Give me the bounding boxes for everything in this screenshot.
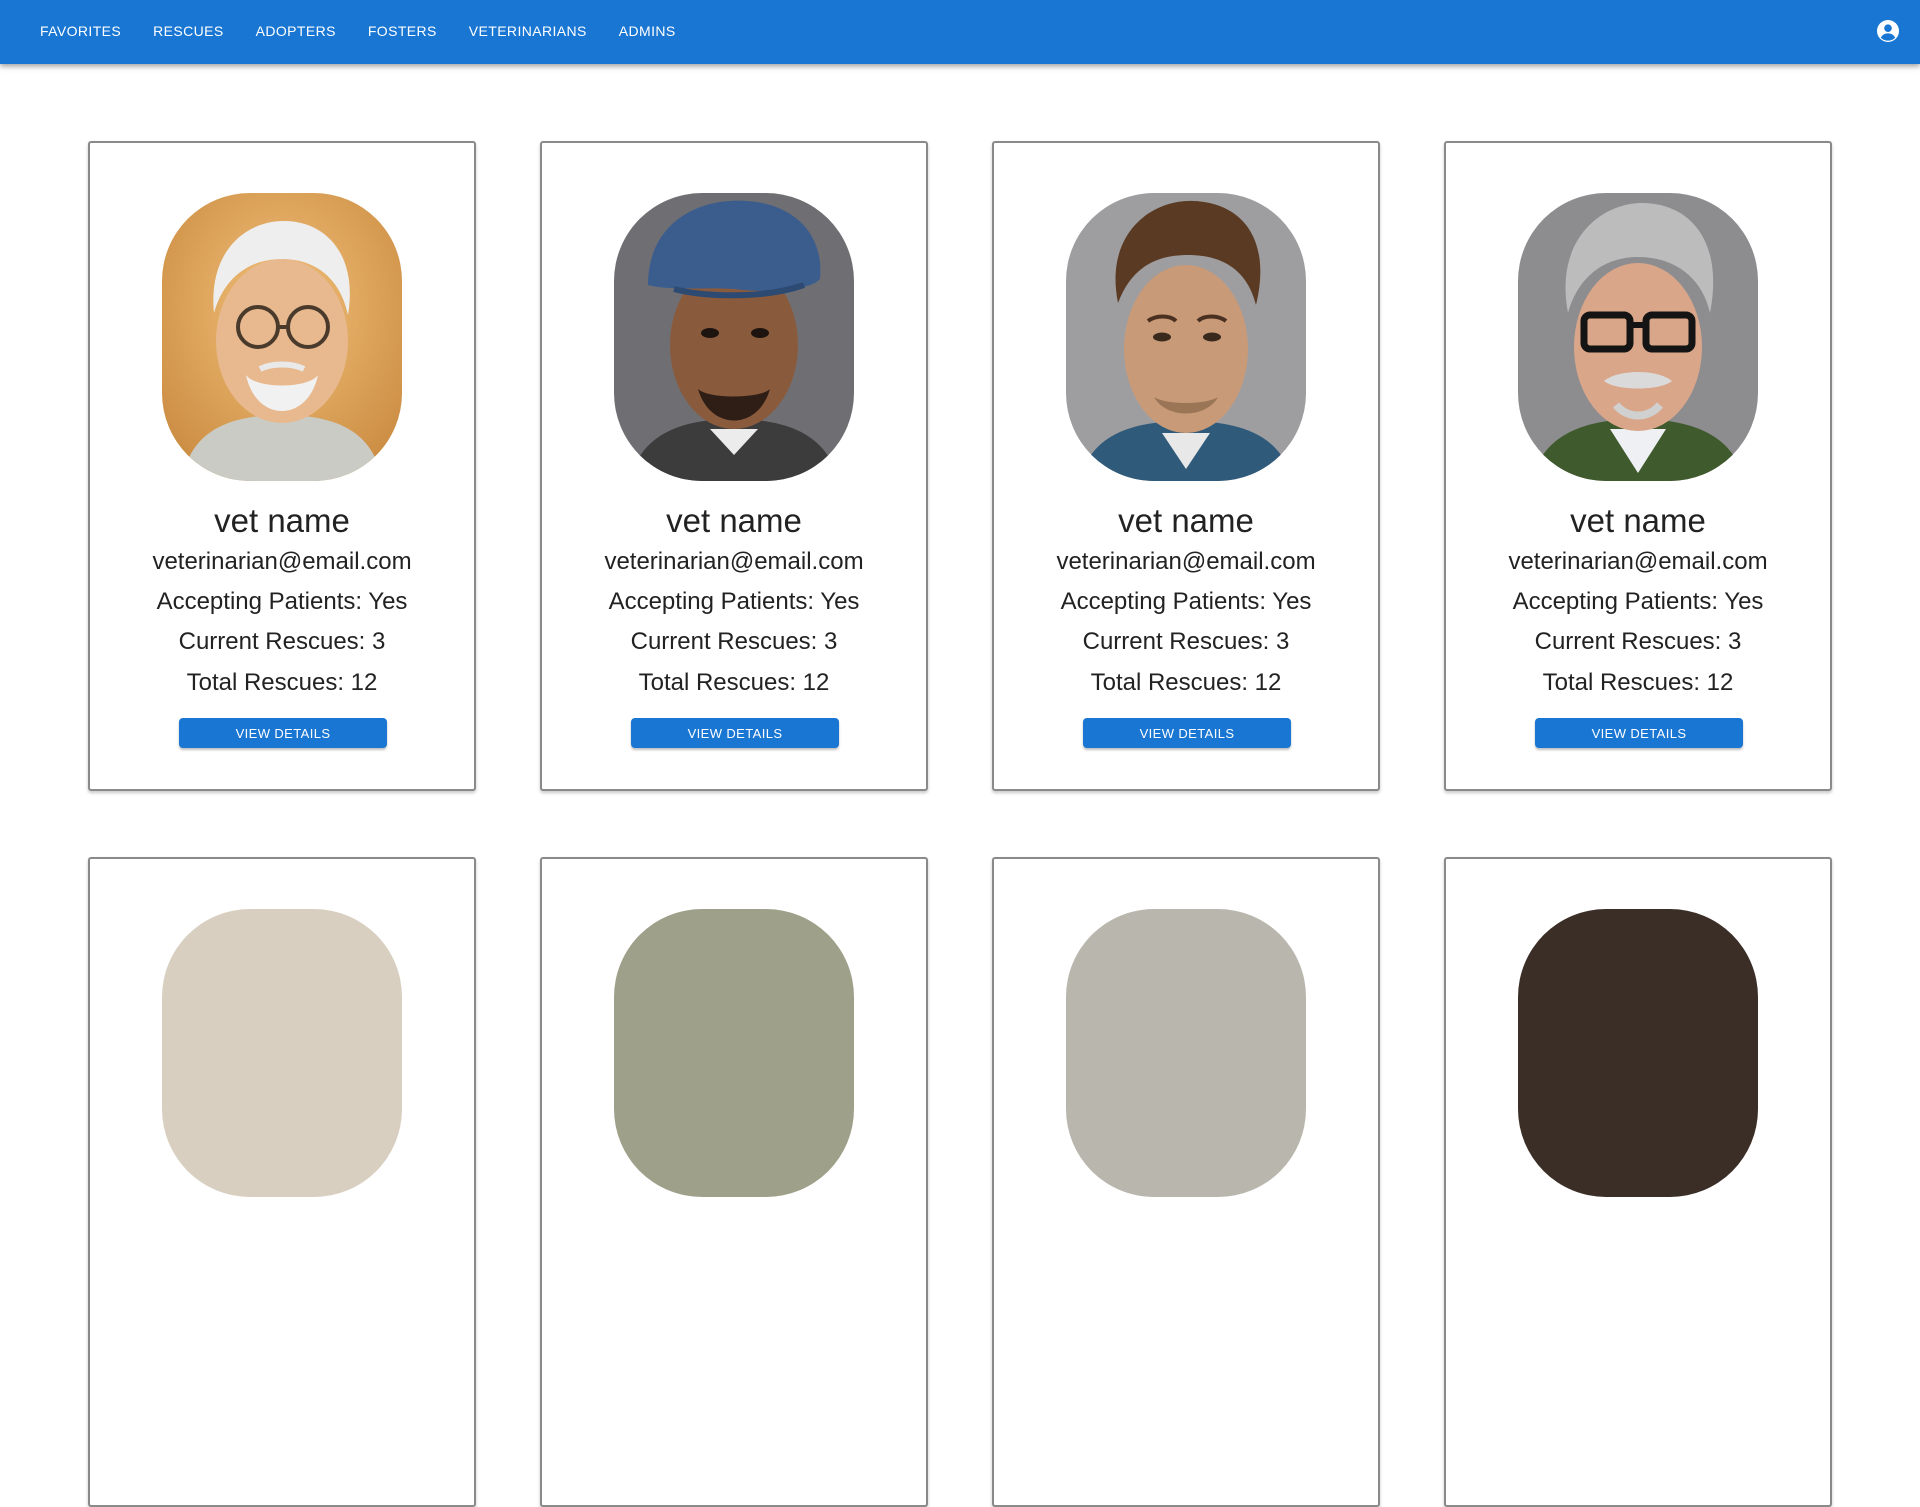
nav-favorites[interactable]: FAVORITES: [28, 15, 133, 47]
vet-name: vet name: [1118, 502, 1254, 539]
total-rescues: Total Rescues: 12: [1090, 669, 1282, 696]
account-circle-icon: [1877, 20, 1899, 42]
vet-photo: [1518, 909, 1758, 1197]
vet-photo: [162, 193, 402, 481]
nav-fosters[interactable]: FOSTERS: [356, 15, 449, 47]
vet-card: [992, 857, 1380, 1507]
vet-photo: [1518, 193, 1758, 481]
current-rescues: Current Rescues: 3: [178, 628, 386, 655]
total-rescues: Total Rescues: 12: [638, 669, 830, 696]
view-details-button[interactable]: VIEW DETAILS: [1083, 718, 1291, 748]
vet-name: vet name: [1570, 502, 1706, 539]
vet-card: [1444, 857, 1832, 1507]
vet-email: veterinarian@email.com: [152, 548, 412, 575]
nav-veterinarians[interactable]: VETERINARIANS: [457, 15, 599, 47]
view-details-button[interactable]: VIEW DETAILS: [179, 718, 387, 748]
view-details-button[interactable]: VIEW DETAILS: [1535, 718, 1743, 748]
vet-email: veterinarian@email.com: [1508, 548, 1768, 575]
vet-card: [88, 857, 476, 1507]
account-button[interactable]: [1874, 17, 1902, 45]
main-nav: FAVORITES RESCUES ADOPTERS FOSTERS VETER…: [28, 0, 696, 62]
accepting-patients: Accepting Patients: Yes: [608, 588, 860, 615]
accepting-patients: Accepting Patients: Yes: [1512, 588, 1764, 615]
app-bar: FAVORITES RESCUES ADOPTERS FOSTERS VETER…: [0, 0, 1920, 64]
accepting-patients: Accepting Patients: Yes: [156, 588, 408, 615]
nav-adopters[interactable]: ADOPTERS: [244, 15, 348, 47]
vet-name: vet name: [666, 502, 802, 539]
vet-card-grid: vet name veterinarian@email.com Acceptin…: [88, 141, 1833, 1507]
vet-photo: [1066, 193, 1306, 481]
accepting-patients: Accepting Patients: Yes: [1060, 588, 1312, 615]
current-rescues: Current Rescues: 3: [1534, 628, 1742, 655]
vet-name: vet name: [214, 502, 350, 539]
vet-email: veterinarian@email.com: [1056, 548, 1316, 575]
vet-card: vet name veterinarian@email.com Acceptin…: [88, 141, 476, 791]
vet-photo: [614, 193, 854, 481]
view-details-button[interactable]: VIEW DETAILS: [631, 718, 839, 748]
vet-card: vet name veterinarian@email.com Acceptin…: [1444, 141, 1832, 791]
vet-photo: [162, 909, 402, 1197]
nav-rescues[interactable]: RESCUES: [141, 15, 235, 47]
current-rescues: Current Rescues: 3: [630, 628, 838, 655]
vet-photo: [1066, 909, 1306, 1197]
total-rescues: Total Rescues: 12: [186, 669, 378, 696]
nav-admins[interactable]: ADMINS: [607, 15, 688, 47]
vet-card: vet name veterinarian@email.com Acceptin…: [540, 141, 928, 791]
total-rescues: Total Rescues: 12: [1542, 669, 1734, 696]
vet-card: vet name veterinarian@email.com Acceptin…: [992, 141, 1380, 791]
current-rescues: Current Rescues: 3: [1082, 628, 1290, 655]
vet-email: veterinarian@email.com: [604, 548, 864, 575]
vet-card: [540, 857, 928, 1507]
vet-photo: [614, 909, 854, 1197]
